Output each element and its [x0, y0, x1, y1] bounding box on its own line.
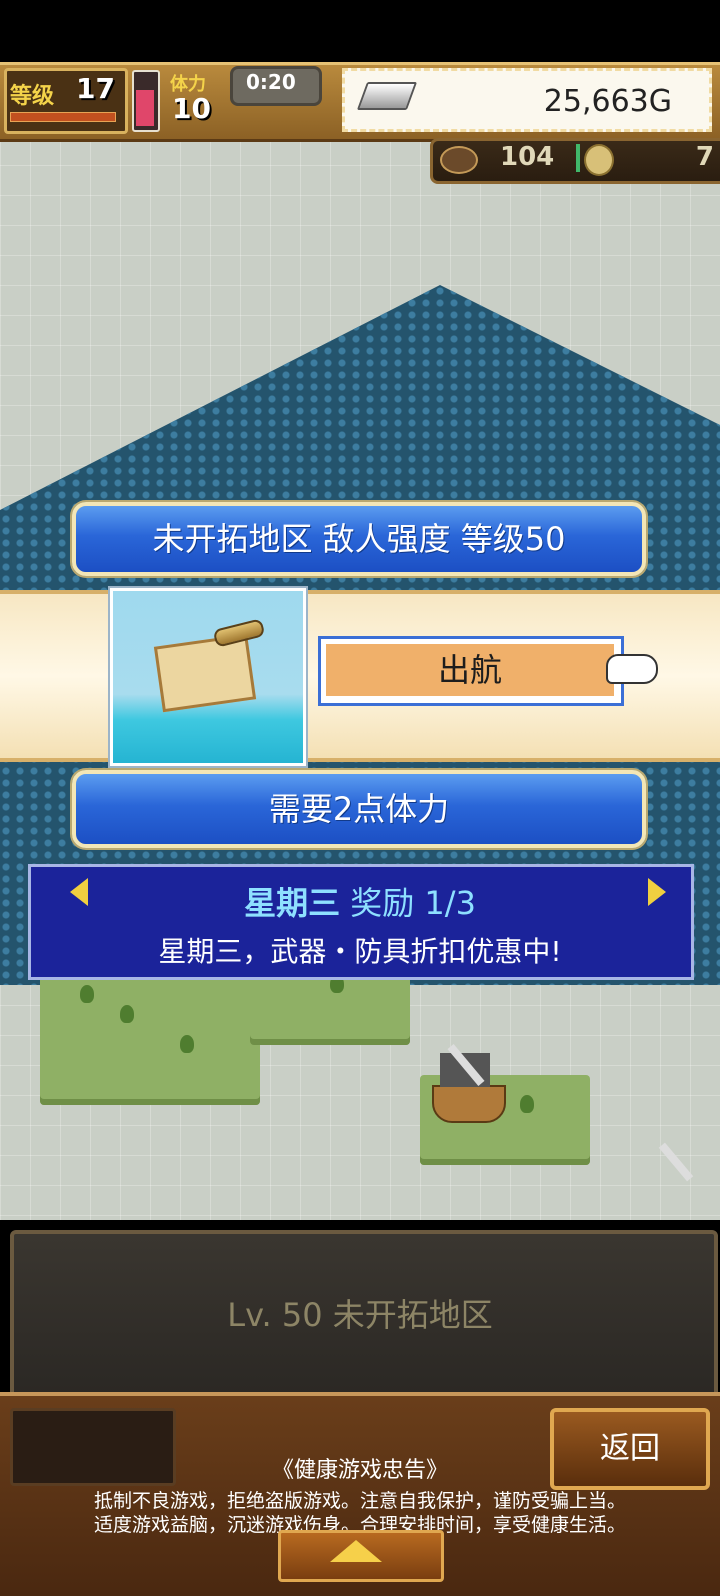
resource-divider [576, 144, 580, 172]
health-notice-line-1: 抵制不良游戏，拒绝盗版游戏。注意自我保护，谨防受骗上当。 [93, 1490, 626, 1512]
tree-icon [120, 1005, 134, 1023]
tree-icon [180, 1035, 194, 1053]
bonus-day: 星期三 [244, 884, 341, 922]
resource-2-value: 7 [695, 142, 714, 172]
pointing-hand-icon [606, 654, 658, 684]
treasure-map-icon [153, 633, 257, 713]
area-info-text: Lv. 50 未开拓地区 [227, 1296, 493, 1334]
stamina-value: 10 [172, 92, 211, 125]
ship-icon[interactable] [432, 1085, 506, 1123]
wood-log-icon [440, 146, 478, 174]
experience-bar [10, 112, 116, 122]
bonus-description: 星期三，武器・防具折扣优惠中! [158, 935, 562, 968]
resource-1-value: 104 [500, 142, 555, 172]
area-title-banner: 未开拓地区 敌人强度 等级50 [72, 502, 646, 576]
bonus-reward-label: 奖励 1/3 [350, 884, 476, 922]
sword-icon[interactable] [658, 1142, 694, 1182]
arrow-up-icon[interactable] [330, 1540, 382, 1562]
stamina-required-banner: 需要2点体力 [72, 770, 646, 848]
level-value: 17 [76, 72, 115, 105]
bonus-title: 星期三 奖励 1/3 [0, 878, 720, 924]
level-label: 等级 [10, 84, 55, 109]
gold-amount: 25,663G [543, 84, 672, 119]
sail-button[interactable]: 出航 [326, 644, 614, 696]
tree-icon [80, 985, 94, 1003]
stamina-fill [136, 90, 154, 126]
gold-coin-icon [584, 144, 614, 176]
tree-icon [520, 1095, 534, 1113]
stamina-timer: 0:20 [246, 70, 296, 94]
health-notice-title: 《健康游戏忠告》 [271, 1458, 448, 1483]
silver-bar-icon [356, 82, 418, 110]
